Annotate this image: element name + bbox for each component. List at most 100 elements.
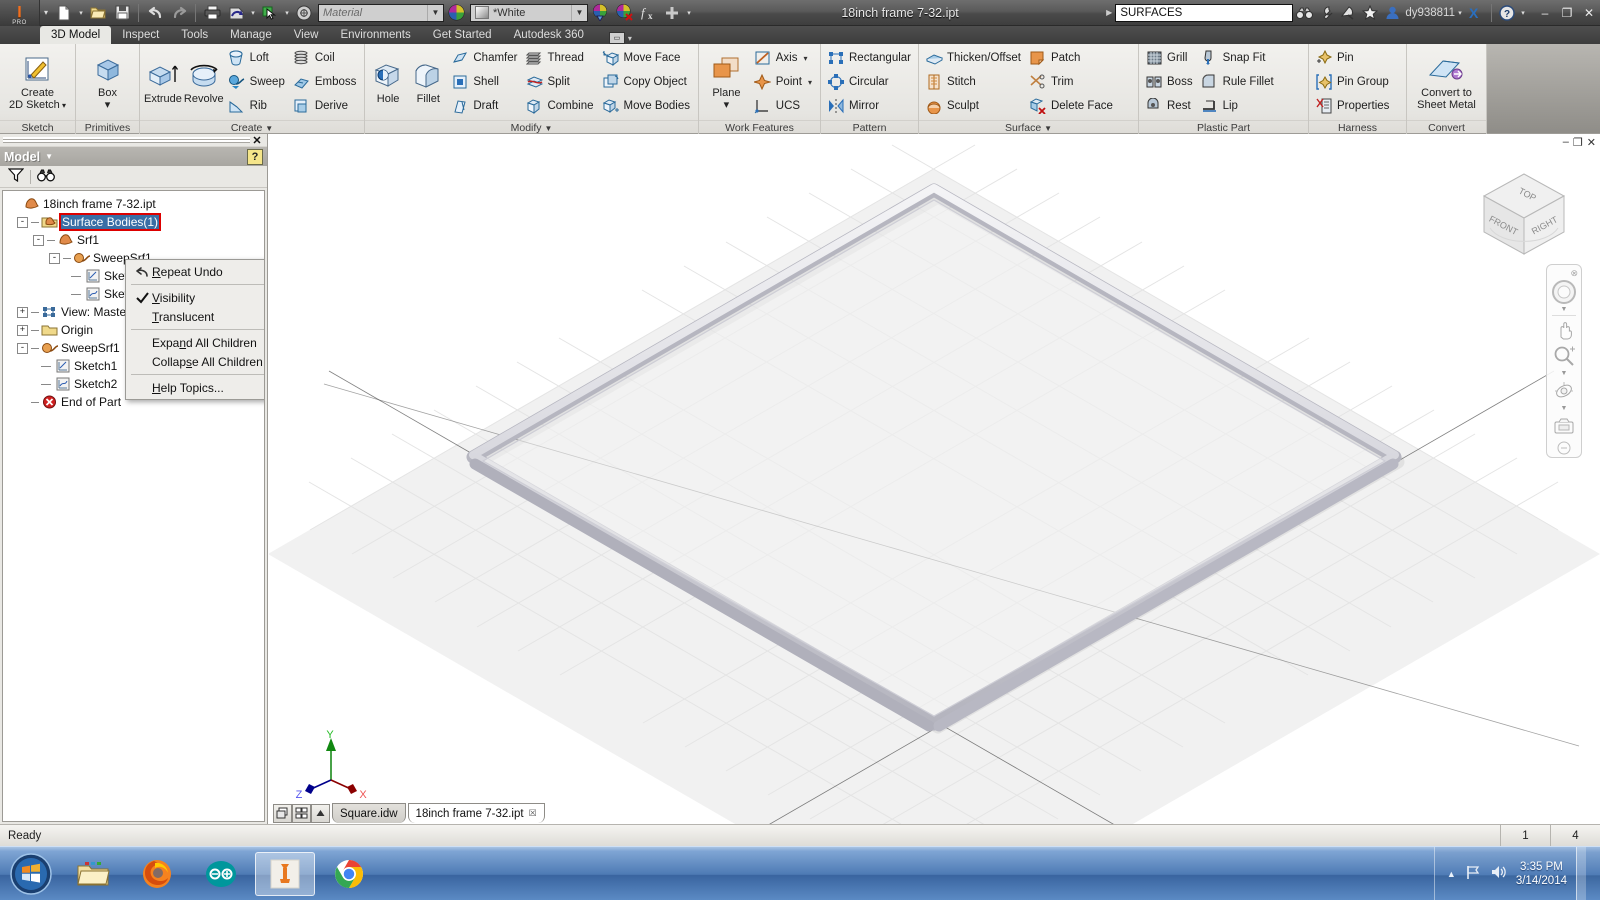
tab-tools[interactable]: Tools — [170, 26, 219, 44]
hole-button[interactable]: Hole — [369, 58, 407, 106]
print-icon[interactable] — [200, 2, 224, 24]
viewport-restore-button[interactable]: ❐ — [1573, 136, 1583, 149]
chevron-down-icon[interactable]: ▾ — [724, 99, 730, 111]
tree-toggle[interactable]: + — [17, 306, 28, 318]
circular-pattern-button[interactable]: Circular — [825, 71, 915, 94]
delete-face-button[interactable]: Delete Face — [1027, 95, 1117, 118]
navbar-zoom-dropdown[interactable]: ▼ — [1561, 369, 1568, 378]
combine-button[interactable]: Combine — [523, 95, 597, 118]
select-icon[interactable] — [258, 2, 282, 24]
context-item-expand-all-children[interactable]: Expand All Children — [126, 333, 264, 352]
star-icon[interactable] — [1359, 1, 1381, 25]
ribbon-minimize-icon[interactable]: ▭ — [608, 32, 625, 44]
material-browser-icon[interactable] — [444, 2, 468, 24]
context-item-repeat-undo[interactable]: RRepeat Undoepeat Undo — [126, 262, 264, 281]
volume-icon[interactable] — [1490, 864, 1507, 883]
navbar-wheel-dropdown[interactable]: ▼ — [1561, 305, 1568, 314]
add-icon[interactable] — [660, 2, 684, 24]
search-expand-icon[interactable]: ▶ — [1106, 8, 1112, 17]
binoculars-icon[interactable] — [1293, 1, 1315, 25]
clear-appearance-icon[interactable] — [612, 2, 636, 24]
start-button[interactable] — [3, 851, 59, 897]
user-icon[interactable] — [1381, 1, 1403, 25]
update-icon[interactable] — [224, 2, 248, 24]
look-at-icon[interactable] — [1549, 413, 1579, 439]
draft-button[interactable]: Draft — [449, 95, 521, 118]
sweep-button[interactable]: Sweep — [226, 71, 289, 94]
document-tab-18inch-frame[interactable]: 18inch frame 7-32.ipt ☒ — [407, 803, 545, 823]
copy-object-button[interactable]: Copy Object — [600, 71, 694, 94]
taskbar-windows-explorer[interactable] — [63, 852, 123, 896]
chevron-down-icon[interactable]: ▼ — [571, 4, 587, 21]
point-button[interactable]: Point ▾ — [752, 71, 816, 94]
taskbar-clock[interactable]: 3:35 PM 3/14/2014 — [1516, 860, 1567, 888]
rest-button[interactable]: Rest — [1143, 95, 1197, 118]
help-dropdown[interactable]: ▾ — [1518, 2, 1528, 24]
chevron-down-icon[interactable]: ▾ — [628, 34, 632, 43]
new-file-icon[interactable] — [52, 2, 76, 24]
context-item-visibility[interactable]: Visibility — [126, 288, 264, 307]
tab-3d-model[interactable]: 3D Model — [40, 26, 112, 44]
extrude-button[interactable]: Extrude — [144, 58, 182, 106]
split-button[interactable]: Split — [523, 71, 597, 94]
qat-more-dropdown[interactable]: ▾ — [684, 2, 694, 24]
navbar-close-icon[interactable]: ⊗ — [1570, 268, 1578, 279]
model-tree[interactable]: 18inch frame 7-32.ipt - Surface Bodies(1… — [2, 190, 265, 822]
properties-button[interactable]: Properties — [1313, 95, 1393, 118]
axis-button[interactable]: Axis ▾ — [752, 47, 816, 70]
tab-manage[interactable]: Manage — [219, 26, 283, 44]
taskbar-arduino[interactable] — [191, 852, 251, 896]
tab-get-started[interactable]: Get Started — [422, 26, 503, 44]
grill-button[interactable]: Grill — [1143, 47, 1197, 70]
search-input[interactable]: SURFACES — [1115, 3, 1294, 22]
chamfer-button[interactable]: Chamfer — [449, 47, 521, 70]
move-bodies-button[interactable]: Move Bodies — [600, 95, 694, 118]
tree-toggle[interactable]: - — [17, 342, 28, 354]
revolve-button[interactable]: Revolve — [184, 58, 224, 106]
browser-help-button[interactable]: ? — [247, 148, 263, 165]
ucs-button[interactable]: UCS — [752, 95, 816, 118]
maximize-button[interactable]: ❐ — [1556, 1, 1578, 25]
ribbon-display-options[interactable]: ▭ ▾ — [608, 32, 632, 44]
pan-icon[interactable] — [1549, 317, 1579, 343]
tree-toggle[interactable]: + — [17, 324, 28, 336]
new-file-dropdown[interactable]: ▾ — [76, 2, 86, 24]
close-button[interactable]: ✕ — [1578, 1, 1600, 25]
material-selector[interactable]: Material ▼ — [318, 3, 444, 22]
action-center-flag-icon[interactable] — [1465, 864, 1481, 883]
show-hidden-icons-icon[interactable]: ▲ — [1447, 869, 1456, 879]
parameters-icon[interactable]: fx — [636, 2, 660, 24]
patch-button[interactable]: Patch — [1027, 47, 1117, 70]
lip-button[interactable]: Lip — [1199, 95, 1278, 118]
thread-button[interactable]: Thread — [523, 47, 597, 70]
convert-sheet-metal-button[interactable]: Convert to Sheet Metal — [1411, 52, 1482, 112]
boss-button[interactable]: Boss — [1143, 71, 1197, 94]
navbar-more-icon[interactable] — [1549, 439, 1579, 457]
plane-button[interactable]: Plane ▾ — [703, 52, 750, 112]
minimize-button[interactable]: – — [1534, 1, 1556, 25]
tree-node-surface-bodies[interactable]: - Surface Bodies(1) — [3, 213, 264, 231]
tab-environments[interactable]: Environments — [329, 26, 421, 44]
context-item-translucent[interactable]: Translucent — [126, 307, 264, 326]
show-desktop-button[interactable] — [1576, 846, 1586, 900]
tab-autodesk-360[interactable]: Autodesk 360 — [503, 26, 595, 44]
mirror-button[interactable]: Mirror — [825, 95, 915, 118]
quick-access-dropdown[interactable]: ▾ — [40, 8, 52, 17]
return-icon[interactable] — [292, 2, 316, 24]
close-icon[interactable]: ☒ — [529, 808, 537, 819]
undo-icon[interactable] — [143, 2, 167, 24]
full-navigation-wheel-icon[interactable] — [1549, 279, 1579, 305]
tile-windows-icon[interactable] — [292, 803, 311, 823]
fillet-button[interactable]: Fillet — [409, 58, 447, 106]
context-item-collapse-all-children[interactable]: Collapse All Children — [126, 352, 264, 371]
thicken-offset-button[interactable]: Thicken/Offset — [923, 47, 1025, 70]
move-face-button[interactable]: Move Face — [600, 47, 694, 70]
tab-view[interactable]: View — [283, 26, 330, 44]
browser-close-button[interactable]: ✕ — [250, 134, 264, 147]
user-dropdown[interactable]: ▾ — [1455, 2, 1465, 24]
binoculars-icon[interactable] — [37, 168, 55, 185]
orbit-icon[interactable] — [1549, 378, 1579, 404]
rule-fillet-button[interactable]: Rule Fillet — [1199, 71, 1278, 94]
cascade-windows-icon[interactable] — [273, 803, 292, 823]
document-tab-square-idw[interactable]: Square.idw — [332, 803, 406, 823]
